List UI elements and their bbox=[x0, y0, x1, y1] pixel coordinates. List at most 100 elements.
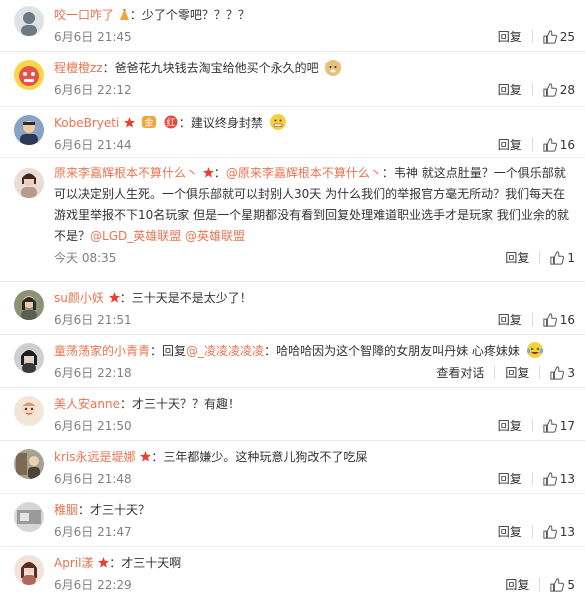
red-medal-icon: 红 bbox=[163, 115, 179, 129]
like-count: 16 bbox=[559, 312, 575, 327]
comment-text: 少了个零吧？？？？ bbox=[141, 8, 250, 22]
comment-text: 才三十天啊 bbox=[121, 556, 182, 570]
thumbs-up-icon bbox=[543, 471, 557, 486]
comment-item: April漾 ：才三十天啊 6月6日 22:29 回复 5 bbox=[0, 547, 585, 602]
separator: ： bbox=[119, 397, 132, 411]
like-button[interactable]: 13 bbox=[543, 472, 575, 486]
avatar[interactable] bbox=[14, 502, 44, 532]
username-link[interactable]: 稚胭 bbox=[54, 503, 78, 517]
avatar[interactable] bbox=[14, 60, 44, 90]
avatar[interactable] bbox=[14, 115, 44, 145]
like-count: 5 bbox=[567, 577, 575, 592]
reply-button[interactable]: 回复 bbox=[505, 576, 529, 593]
divider bbox=[539, 578, 541, 591]
like-count: 28 bbox=[559, 82, 575, 97]
timestamp: 6月6日 22:18 bbox=[54, 366, 132, 380]
reply-button[interactable]: 回复 bbox=[498, 81, 522, 98]
like-button[interactable]: 3 bbox=[550, 366, 575, 380]
thumbs-up-icon bbox=[543, 418, 557, 433]
avatar[interactable] bbox=[14, 6, 44, 36]
avatar[interactable] bbox=[14, 290, 44, 320]
svg-text:红: 红 bbox=[166, 117, 175, 129]
reply-button[interactable]: 回复 bbox=[505, 249, 529, 266]
username-link[interactable]: kris永远是堤娜 bbox=[54, 450, 135, 464]
comment-item: su颜小妖 ：三十天是不是太少了！ 6月6日 21:51 回复 16 bbox=[0, 282, 585, 335]
thumbs-up-icon bbox=[543, 137, 557, 152]
like-button[interactable]: 28 bbox=[543, 83, 575, 97]
like-button[interactable]: 5 bbox=[550, 578, 575, 592]
timestamp: 6月6日 21:51 bbox=[54, 313, 132, 327]
comment-text: 才三十天？ bbox=[90, 503, 151, 517]
like-button[interactable]: 16 bbox=[543, 313, 575, 327]
like-button[interactable]: 1 bbox=[550, 251, 575, 265]
like-count: 17 bbox=[559, 418, 575, 433]
divider bbox=[531, 525, 533, 538]
reply-button[interactable]: 回复 bbox=[498, 311, 522, 328]
timestamp: 今天 08:35 bbox=[54, 251, 117, 265]
divider bbox=[494, 366, 496, 379]
username-link[interactable]: 童荡荡家的小青青 bbox=[54, 344, 150, 358]
separator: ： bbox=[213, 166, 226, 180]
comment-item: 美人安anne：才三十天？？有趣！ 6月6日 21:50 回复 17 bbox=[0, 388, 585, 441]
timestamp: 6月6日 21:47 bbox=[54, 525, 132, 539]
thumbs-up-icon bbox=[550, 365, 565, 380]
comment-item: 童荡荡家的小青青：回复@_凌凌凌凌凌：哈哈哈因为这个智障的女朋友叫丹妹 心疼妹妹… bbox=[0, 335, 585, 388]
comment-item: kris永远是堤娜 ：三年都嫌少。这种玩意儿狗改不了吃屎 6月6日 21:48 … bbox=[0, 441, 585, 494]
thumbs-up-icon bbox=[543, 312, 557, 327]
divider bbox=[531, 83, 533, 96]
username-link[interactable]: 原来李嘉辉根本不算什么丶 bbox=[54, 166, 198, 180]
timestamp: 6月6日 21:44 bbox=[54, 138, 132, 152]
like-count: 1 bbox=[567, 250, 575, 265]
separator: ： bbox=[109, 556, 122, 570]
like-button[interactable]: 13 bbox=[543, 525, 575, 539]
username-link[interactable]: 美人安anne bbox=[54, 397, 120, 411]
mention-link[interactable]: @_凌凌凌凌凌 bbox=[186, 344, 264, 358]
username-link[interactable]: 程檀橙zz bbox=[54, 61, 103, 75]
reply-prefix: 回复 bbox=[162, 344, 187, 358]
separator: ： bbox=[78, 503, 91, 517]
reply-button[interactable]: 回复 bbox=[498, 523, 522, 540]
like-count: 13 bbox=[559, 471, 575, 486]
avatar[interactable] bbox=[14, 449, 44, 479]
separator: ： bbox=[178, 116, 191, 130]
grimace-emoji-icon bbox=[269, 113, 287, 131]
comment-text: 三十天是不是太少了！ bbox=[131, 291, 252, 305]
like-button[interactable]: 16 bbox=[543, 138, 575, 152]
username-link[interactable]: KobeBryeti bbox=[54, 116, 119, 130]
reply-button[interactable]: 回复 bbox=[498, 28, 522, 45]
mention-link[interactable]: @LGD_英雄联盟 @英雄联盟 bbox=[90, 229, 245, 243]
username-link[interactable]: su颜小妖 bbox=[54, 291, 104, 305]
view-thread-button[interactable]: 查看对话 bbox=[436, 364, 484, 381]
username-link[interactable]: April漾 bbox=[54, 556, 93, 570]
mention-link[interactable]: @原来李嘉辉根本不算什么丶 bbox=[226, 166, 382, 180]
reply-button[interactable]: 回复 bbox=[498, 470, 522, 487]
comment-item: 原来李嘉辉根本不算什么丶 ：@原来李嘉辉根本不算什么丶：韦神 就这点肚量？一个俱… bbox=[0, 158, 585, 282]
timestamp: 6月6日 21:48 bbox=[54, 472, 132, 486]
reply-button[interactable]: 回复 bbox=[498, 417, 522, 434]
thumbs-up-icon bbox=[543, 29, 557, 44]
comment-item: 程檀橙zz：爸爸花九块钱去淘宝给他买个永久的吧 6月6日 22:12 回复 28 bbox=[0, 52, 585, 107]
separator: ： bbox=[151, 450, 164, 464]
thumbs-up-icon bbox=[543, 524, 557, 539]
comment-text: 才三十天？？有趣！ bbox=[131, 397, 240, 411]
separator: ： bbox=[119, 291, 132, 305]
comment-item: 咬一口咋了 ：少了个零吧？？？？ 6月6日 21:45 回复 25 bbox=[0, 0, 585, 52]
timestamp: 6月6日 21:45 bbox=[54, 30, 132, 44]
avatar[interactable] bbox=[14, 168, 44, 198]
reply-button[interactable]: 回复 bbox=[505, 364, 529, 381]
comment-text: 三年都嫌少。这种玩意儿狗改不了吃屎 bbox=[163, 450, 368, 464]
avatar[interactable] bbox=[14, 343, 44, 373]
thumbs-up-icon bbox=[550, 250, 565, 265]
comment-text: ：哈哈哈因为这个智障的女朋友叫丹妹 心疼妹妹 bbox=[264, 344, 520, 358]
divider bbox=[531, 30, 533, 43]
divider bbox=[531, 138, 533, 151]
reply-button[interactable]: 回复 bbox=[498, 136, 522, 153]
avatar[interactable] bbox=[14, 555, 44, 585]
avatar[interactable] bbox=[14, 396, 44, 426]
username-link[interactable]: 咬一口咋了 bbox=[54, 8, 114, 22]
like-button[interactable]: 17 bbox=[543, 419, 575, 433]
like-button[interactable]: 25 bbox=[543, 30, 575, 44]
divider bbox=[531, 313, 533, 326]
like-count: 25 bbox=[559, 29, 575, 44]
vip-star-icon bbox=[124, 114, 136, 128]
